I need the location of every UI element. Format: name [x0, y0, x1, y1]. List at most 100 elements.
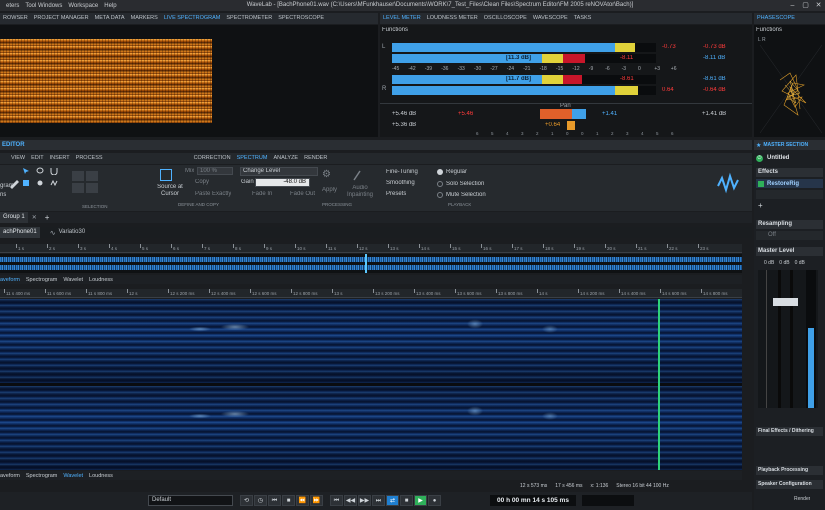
tab-analyze[interactable]: ANALYZE	[270, 153, 301, 164]
resampling-header[interactable]: Resampling	[756, 220, 823, 229]
tab-phasescope[interactable]: PHASESCOPE	[754, 13, 798, 24]
play-icon[interactable]: ▶	[414, 495, 427, 506]
tab-meta-data[interactable]: META DATA	[92, 13, 128, 24]
tab-spectrum[interactable]: SPECTRUM	[234, 153, 271, 164]
smoothing-menu[interactable]: Smoothing	[386, 180, 415, 186]
add-group-icon[interactable]: +	[45, 213, 50, 222]
copy-button[interactable]: Copy	[195, 179, 209, 185]
spectrogram-channel-r[interactable]	[0, 386, 742, 470]
tab-spectroscope[interactable]: SPECTROSCOPE	[275, 13, 327, 24]
audio-inpainting-button[interactable]: Audio Inpainting	[346, 185, 374, 199]
stop-icon[interactable]: ■	[400, 495, 413, 506]
regular-radio[interactable]	[437, 169, 443, 175]
skip-back-icon[interactable]: ⏪	[296, 495, 309, 506]
draw-tool-icon[interactable]	[8, 177, 20, 189]
fader-handle-r[interactable]	[785, 298, 798, 306]
tab-spectrometer[interactable]: SPECTROMETER	[223, 13, 275, 24]
overview-waveform[interactable]	[0, 254, 742, 273]
tab-markers[interactable]: MARKERS	[128, 13, 161, 24]
meter-functions-menu[interactable]: Functions	[382, 27, 408, 33]
presets-menu[interactable]: Presets	[386, 191, 406, 197]
speaker-config-header[interactable]: Speaker Configuration	[756, 480, 823, 489]
apply-button[interactable]: Apply	[322, 187, 337, 193]
prev-icon[interactable]: ◀◀	[344, 495, 357, 506]
go-end-icon[interactable]: ⏭	[372, 495, 385, 506]
mix-value-field[interactable]: 100 %	[197, 167, 233, 175]
mute-selection-radio[interactable]	[437, 192, 443, 198]
tab-render[interactable]: RENDER	[301, 153, 330, 164]
bottom-view-tab-spectrogram[interactable]: Spectrogram	[26, 473, 58, 479]
view-tab-waveform[interactable]: aveform	[0, 277, 20, 283]
bottom-view-tab-wavelet[interactable]: Wavelet	[63, 473, 83, 479]
loop-toggle-icon[interactable]: ⇄	[386, 495, 399, 506]
menu-item-workspace[interactable]: Workspace	[68, 3, 98, 9]
tab-level-meter[interactable]: LEVEL METER	[380, 13, 424, 24]
file-tab-variatio[interactable]: Variatio30	[56, 227, 89, 238]
skip-forward-icon[interactable]: ⏩	[310, 495, 323, 506]
tab-insert[interactable]: INSERT	[47, 153, 73, 164]
effect-slot-restore[interactable]: RestoreRig	[756, 179, 823, 188]
record-icon[interactable]: ●	[428, 495, 441, 506]
tab-live-spectrogram[interactable]: LIVE SPECTROGRAM	[161, 13, 224, 24]
playhead[interactable]	[658, 299, 660, 470]
bottom-view-tab-loudness[interactable]: Loudness	[89, 473, 113, 479]
close-group-icon[interactable]: ✕	[32, 214, 37, 221]
solo-selection-radio[interactable]	[437, 181, 443, 187]
effect-slot-empty[interactable]	[756, 190, 823, 199]
fade-in-button[interactable]: Fade In	[252, 191, 272, 197]
overview-time-ruler[interactable]: 1 s 2 s 3 s 4 s 5 s 6 s 7 s 8 s 9 s 10 s 11 s 12 s 1…	[0, 244, 742, 253]
go-start-icon[interactable]: ⏮	[330, 495, 343, 506]
magnet-icon[interactable]	[50, 167, 58, 175]
cursor-icon[interactable]	[22, 167, 30, 175]
close-icon[interactable]: ✕	[812, 0, 825, 11]
minimize-icon[interactable]: –	[786, 0, 799, 11]
playback-processing-header[interactable]: Playback Processing	[756, 466, 823, 475]
source-cursor-icon[interactable]	[160, 169, 172, 181]
next-icon[interactable]: ▶▶	[358, 495, 371, 506]
view-tab-loudness[interactable]: Loudness	[89, 277, 113, 283]
record-mode-icon[interactable]: ◷	[254, 495, 267, 506]
tab-process[interactable]: PROCESS	[73, 153, 106, 164]
final-effects-header[interactable]: Final Effects / Dithering	[756, 427, 823, 436]
menu-item-meters[interactable]: eters	[6, 3, 19, 9]
selection-grid-icon[interactable]	[72, 171, 102, 195]
maximize-icon[interactable]: ▢	[799, 0, 812, 11]
menu-item-tool-windows[interactable]: Tool Windows	[25, 3, 62, 9]
phase-functions-menu[interactable]: Functions	[756, 27, 782, 33]
tab-tasks[interactable]: TASKS	[571, 13, 595, 24]
tab-loudness-meter[interactable]: LOUDNESS METER	[424, 13, 481, 24]
fine-tuning-menu[interactable]: Fine-Tuning	[386, 169, 418, 175]
rect-select-icon[interactable]	[22, 179, 30, 187]
lasso-icon[interactable]	[36, 167, 44, 175]
harmonic-icon[interactable]	[50, 179, 58, 187]
tab-project-manager[interactable]: PROJECT MANAGER	[31, 13, 92, 24]
master-preset-name[interactable]: Untitled	[767, 155, 789, 161]
tab-edit[interactable]: EDIT	[28, 153, 47, 164]
paste-exactly-button[interactable]: Paste Exactly	[195, 191, 231, 197]
master-level-header[interactable]: Master Level	[756, 247, 823, 256]
effects-header[interactable]: Effects	[756, 168, 823, 177]
transport-time-display[interactable]: 00 h 00 mn 14 s 105 ms	[490, 495, 576, 506]
brush-icon[interactable]	[36, 179, 44, 187]
bottom-view-tab-waveform[interactable]: aveform	[0, 473, 20, 479]
power-icon[interactable]: ⏻	[756, 154, 763, 162]
view-tab-wavelet[interactable]: Wavelet	[63, 277, 83, 283]
loop-icon[interactable]: ⟲	[240, 495, 253, 506]
transport-preset-select[interactable]: Default	[148, 495, 233, 506]
process-mode-select[interactable]: Change Level	[240, 167, 318, 176]
fade-out-button[interactable]: Fade Out	[290, 191, 315, 197]
tab-wavescope[interactable]: WAVESCOPE	[530, 13, 571, 24]
tab-correction[interactable]: CORRECTION	[191, 153, 234, 164]
tab-browser[interactable]: ROWSER	[0, 13, 31, 24]
tab-oscilloscope[interactable]: OSCILLOSCOPE	[481, 13, 530, 24]
add-effect-icon[interactable]: +	[758, 201, 763, 210]
render-button[interactable]: Render	[794, 496, 810, 502]
resampling-value[interactable]: Off	[756, 231, 823, 240]
rewind-to-start-icon[interactable]: ⏮	[268, 495, 281, 506]
menu-item-help[interactable]: Help	[104, 3, 116, 9]
source-at-cursor-button[interactable]: Source at Cursor	[156, 184, 184, 198]
effect-power-icon[interactable]	[758, 180, 764, 187]
view-tab-spectrogram[interactable]: Spectrogram	[26, 277, 58, 283]
stop-small-icon[interactable]: ■	[282, 495, 295, 506]
file-tab-bachphone[interactable]: achPhone01	[0, 227, 40, 238]
